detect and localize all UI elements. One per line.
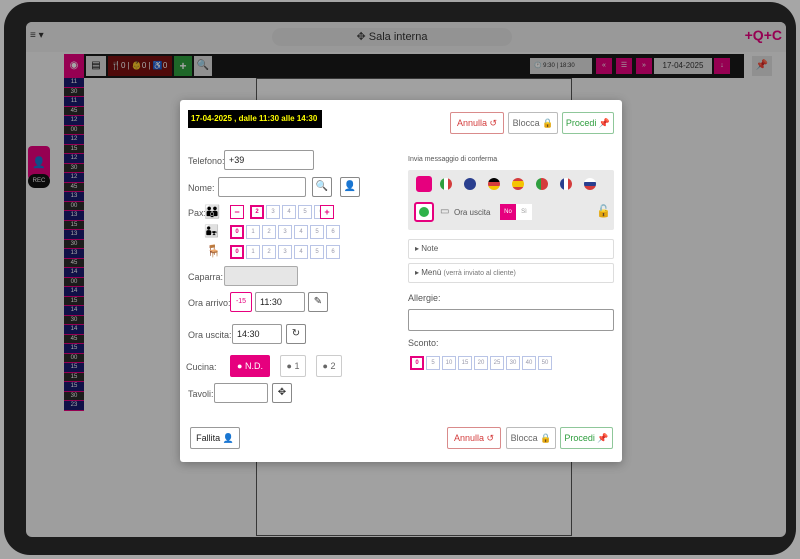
unlock-icon[interactable]: 🔓 <box>596 204 611 218</box>
allergies-input[interactable] <box>408 309 614 331</box>
phone-input[interactable]: +39 <box>224 150 314 170</box>
message-icon: ▭ <box>440 206 450 217</box>
block-button-top[interactable]: Blocca 🔒 <box>508 112 558 134</box>
phone-label: Telefono: <box>188 156 225 166</box>
flag-english-icon[interactable] <box>464 178 476 190</box>
pax-option[interactable]: 2 <box>262 245 276 259</box>
pax-option[interactable]: 5 <box>310 245 324 259</box>
pax-option[interactable]: 0 <box>230 225 244 239</box>
discount-option[interactable]: 5 <box>426 356 440 370</box>
pax-option[interactable]: 4 <box>294 225 308 239</box>
flag-french-icon[interactable] <box>560 178 572 190</box>
discount-option[interactable]: 15 <box>458 356 472 370</box>
pax-option[interactable]: 4 <box>282 205 296 219</box>
pax-decrease-button[interactable]: − <box>230 205 244 219</box>
adults-icon: 👪 <box>204 204 221 219</box>
flag-german-icon[interactable] <box>488 178 500 190</box>
arrival-input[interactable]: 11:30 <box>255 292 305 312</box>
proceed-button-top[interactable]: Procedi 📌 <box>562 112 614 134</box>
block-button-bottom[interactable]: Blocca 🔒 <box>506 427 556 449</box>
language-panel: ▭ Ora uscita No Sì 🔓 <box>408 170 614 230</box>
toggle-no[interactable]: No <box>500 204 516 220</box>
notes-accordion[interactable]: ▸ Note <box>408 239 614 259</box>
kitchen-label: Cucina: <box>186 362 217 372</box>
pax-option[interactable]: 2 <box>250 205 264 219</box>
whatsapp-icon[interactable] <box>414 202 434 222</box>
proceed-button-bottom[interactable]: Procedi 📌 <box>560 427 613 449</box>
discount-option[interactable]: 50 <box>538 356 552 370</box>
toggle-si[interactable]: Sì <box>516 204 532 220</box>
confirm-message-label: Invia messaggio di conferma <box>408 156 498 163</box>
flag-portuguese-icon[interactable] <box>536 178 548 190</box>
arrival-label: Ora arrivo: <box>188 298 231 308</box>
kitchen-nd-option[interactable]: ● N.D. <box>230 355 270 377</box>
tables-label: Tavoli: <box>188 389 214 399</box>
discount-option[interactable]: 0 <box>410 356 424 370</box>
kitchen-1-option[interactable]: ● 1 <box>280 355 306 377</box>
table-picker-icon[interactable]: ✥ <box>272 383 292 403</box>
name-label: Nome: <box>188 183 215 193</box>
pax-option[interactable]: 6 <box>326 245 340 259</box>
pax-increase-button[interactable]: + <box>320 205 334 219</box>
pax-option[interactable]: 2 <box>262 225 276 239</box>
pax-option[interactable]: 3 <box>278 245 292 259</box>
pax-option[interactable]: 3 <box>266 205 280 219</box>
edit-arrival-icon[interactable]: ✎ <box>308 292 328 312</box>
kitchen-2-option[interactable]: ● 2 <box>316 355 342 377</box>
globe-language-icon[interactable] <box>416 176 432 192</box>
children-icon: 👨‍👧 <box>204 224 219 238</box>
cancel-button-bottom[interactable]: Annulla ↺ <box>447 427 501 449</box>
departure-input[interactable]: 14:30 <box>232 324 282 344</box>
tables-input[interactable] <box>214 383 268 403</box>
name-input[interactable] <box>218 177 306 197</box>
discount-option[interactable]: 20 <box>474 356 488 370</box>
failed-button[interactable]: Fallita 👤 <box>190 427 240 449</box>
customer-profile-icon[interactable]: 👤 <box>340 177 360 197</box>
pax-option[interactable]: 5 <box>310 225 324 239</box>
search-customer-icon[interactable]: 🔍 <box>312 177 332 197</box>
discount-option[interactable]: 40 <box>522 356 536 370</box>
pax-option[interactable]: 1 <box>246 225 260 239</box>
flag-spanish-icon[interactable] <box>512 178 524 190</box>
menu-accordion[interactable]: ▸ Menù (verrà inviato al cliente) <box>408 263 614 283</box>
reservation-modal: 17-04-2025 , dalle 11:30 alle 14:30 Annu… <box>180 100 622 462</box>
pax-option[interactable]: 5 <box>298 205 312 219</box>
deposit-input[interactable] <box>224 266 298 286</box>
flag-russian-icon[interactable] <box>584 178 596 190</box>
departure-toggle-label: Ora uscita <box>454 208 491 217</box>
discount-option[interactable]: 25 <box>490 356 504 370</box>
discount-option[interactable]: 10 <box>442 356 456 370</box>
discount-label: Sconto: <box>408 338 439 348</box>
pax-option[interactable]: 3 <box>278 225 292 239</box>
deposit-label: Caparra: <box>188 272 224 282</box>
pax-option[interactable]: 0 <box>230 245 244 259</box>
departure-label: Ora uscita: <box>188 330 232 340</box>
pax-option[interactable]: 4 <box>294 245 308 259</box>
pax-option[interactable]: 6 <box>326 225 340 239</box>
cancel-button-top[interactable]: Annulla ↺ <box>450 112 504 134</box>
discount-option[interactable]: 30 <box>506 356 520 370</box>
baby-chair-icon: 🪑 <box>206 244 221 258</box>
arrival-minus-15-button[interactable]: -15 <box>230 292 252 312</box>
reset-departure-icon[interactable]: ↻ <box>286 324 306 344</box>
date-banner: 17-04-2025 , dalle 11:30 alle 14:30 <box>188 110 322 128</box>
flag-italian-icon[interactable] <box>440 178 452 190</box>
allergies-label: Allergie: <box>408 293 441 303</box>
pax-option[interactable]: 1 <box>246 245 260 259</box>
